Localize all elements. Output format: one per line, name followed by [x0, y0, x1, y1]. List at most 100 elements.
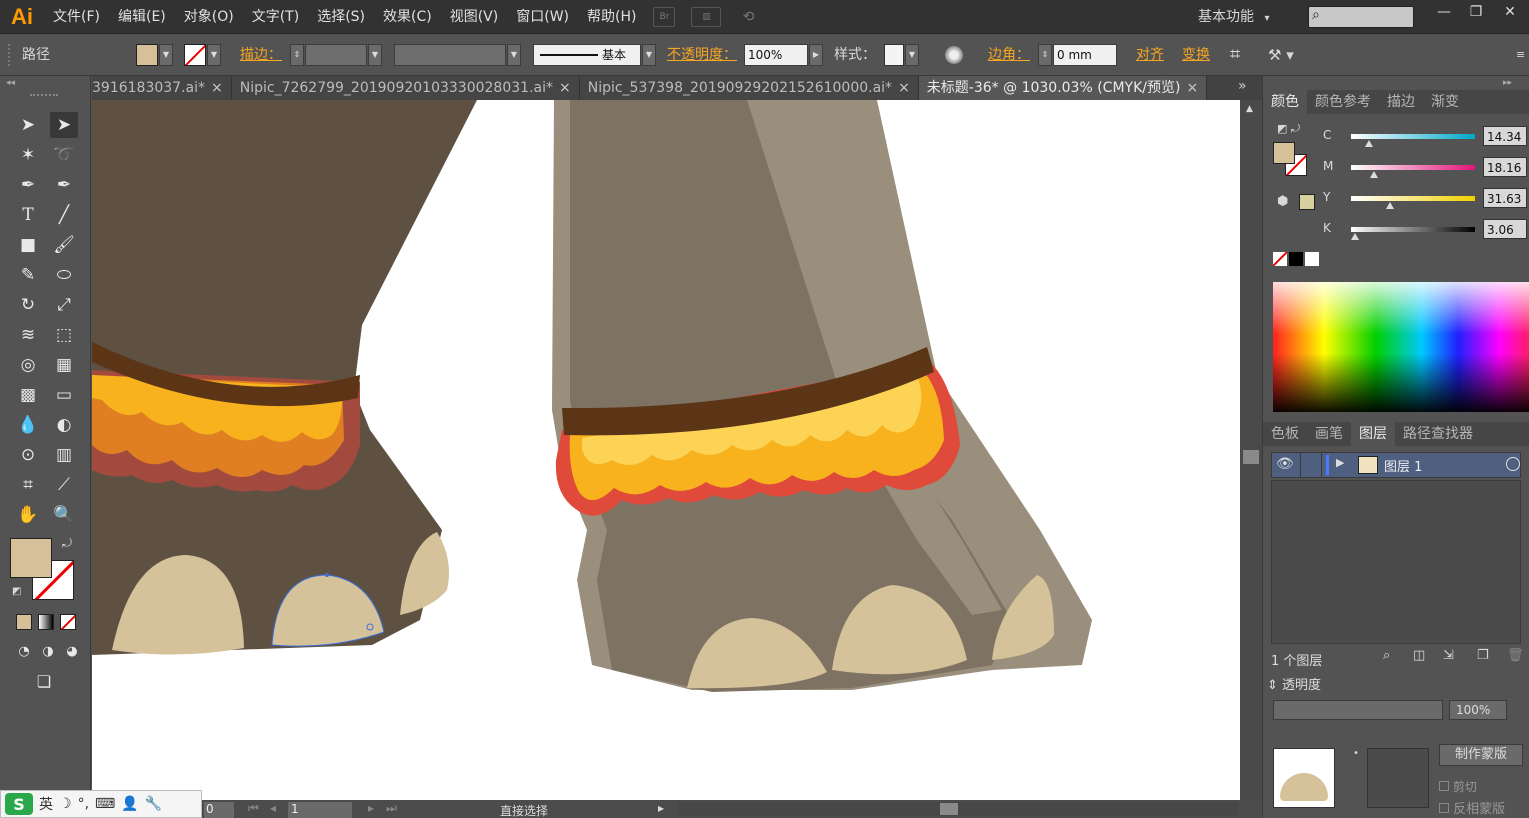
graphic-style-swatch[interactable]	[884, 44, 904, 66]
bridge-icon[interactable]: Br	[653, 6, 676, 27]
menu-item-1[interactable]: 编辑(E)	[109, 0, 175, 34]
none-swatch[interactable]	[1273, 252, 1287, 266]
direct-selection-tool-icon[interactable]: ➤	[50, 112, 78, 138]
channel-slider-thumb[interactable]	[1386, 202, 1395, 209]
opacity-field[interactable]: 100%	[744, 44, 808, 66]
channel-slider-track[interactable]	[1351, 134, 1475, 139]
status-menu-icon[interactable]: ▸	[658, 801, 664, 815]
variable-width-dropdown[interactable]: ▼	[507, 44, 521, 66]
zoom-field[interactable]: 0	[204, 802, 234, 818]
blend-mode-select[interactable]	[1273, 700, 1443, 720]
selection-tool-icon[interactable]: ➤	[14, 112, 42, 138]
magic-wand-tool-icon[interactable]: ✶	[14, 142, 42, 168]
gradient-tool-icon[interactable]: ▭	[50, 382, 78, 408]
stroke-label[interactable]: 描边：	[240, 44, 282, 66]
clip-checkbox[interactable]: 剪切	[1439, 778, 1477, 795]
menu-item-2[interactable]: 对象(O)	[175, 0, 243, 34]
corner-label[interactable]: 边角：	[988, 44, 1030, 66]
white-swatch[interactable]	[1305, 252, 1319, 266]
menu-item-5[interactable]: 效果(C)	[374, 0, 441, 34]
curvature-tool-icon[interactable]: ✒	[50, 172, 78, 198]
close-button[interactable]: ✕	[1496, 2, 1524, 22]
panel-tab-color-tabs-2[interactable]: 描边	[1379, 90, 1423, 114]
elephant-feet-artwork[interactable]	[92, 100, 1240, 800]
stroke-weight-dropdown[interactable]: ▼	[368, 44, 382, 66]
document-tab-2[interactable]: Nipic_537398_20190929202152610000.ai* ×	[579, 76, 919, 100]
user-icon[interactable]: 👤	[121, 796, 138, 812]
menu-item-6[interactable]: 视图(V)	[441, 0, 508, 34]
zoom-tool-icon[interactable]: 🔍	[50, 502, 78, 528]
channel-slider-track[interactable]	[1351, 227, 1475, 232]
screen-mode-icon[interactable]: ❏	[30, 668, 58, 694]
sogou-logo[interactable]: S	[5, 793, 33, 815]
channel-value-field[interactable]: 14.34	[1483, 126, 1527, 146]
transparency-panel-header[interactable]: ⇕ 透明度	[1267, 674, 1321, 693]
fill-swatch[interactable]	[136, 44, 158, 66]
channel-slider-track[interactable]	[1351, 165, 1475, 170]
ime-mode[interactable]: 英	[39, 794, 53, 814]
gradient-mode-button[interactable]	[38, 614, 54, 630]
artboard-tool-icon[interactable]: ⌗	[14, 472, 42, 498]
default-colors-icon[interactable]: ◩	[12, 586, 21, 597]
isolate-icon[interactable]: ⌗	[1230, 44, 1240, 66]
stroke-dropdown[interactable]: ▼	[207, 44, 221, 66]
locate-object-icon[interactable]: ⌕	[1383, 648, 1390, 663]
channel-slider-track[interactable]	[1351, 196, 1475, 201]
variable-width-field[interactable]	[394, 44, 506, 66]
menu-item-8[interactable]: 帮助(H)	[578, 0, 645, 34]
menu-item-7[interactable]: 窗口(W)	[507, 0, 578, 34]
options-icon[interactable]: ⚒ ▾	[1268, 44, 1294, 66]
horizontal-scrollbar[interactable]	[678, 802, 1238, 816]
brush-dropdown[interactable]: ▼	[642, 44, 656, 66]
corner-radius-field[interactable]: 0 mm	[1053, 44, 1117, 66]
panel-tab-layer-tabs-2[interactable]: 图层	[1351, 422, 1395, 446]
new-layer-icon[interactable]: ❐	[1477, 648, 1489, 663]
scale-tool-icon[interactable]: ⤢	[50, 292, 78, 318]
workspace-switcher[interactable]: 基本功能 ▾	[1198, 0, 1269, 34]
menu-item-4[interactable]: 选择(S)	[308, 0, 374, 34]
artboard-number-field[interactable]: 1	[288, 802, 352, 818]
punctuation-icon[interactable]: °,	[78, 796, 89, 812]
channel-value-field[interactable]: 18.16	[1483, 157, 1527, 177]
mesh-tool-icon[interactable]: ▩	[14, 382, 42, 408]
panel-tab-layer-tabs-3[interactable]: 路径查找器	[1395, 422, 1481, 446]
color-spectrum[interactable]	[1273, 282, 1529, 412]
swap-fill-stroke-icon[interactable]: ◩ ⤾	[1277, 122, 1300, 136]
channel-slider-thumb[interactable]	[1350, 233, 1359, 240]
corner-stepper[interactable]: ⇕	[1038, 44, 1052, 66]
transparency-opacity-field[interactable]: 100%	[1449, 700, 1507, 720]
stroke-weight-stepper[interactable]: ⇕	[290, 44, 304, 66]
new-sublayer-icon[interactable]: ⇲	[1443, 648, 1454, 663]
layer-row[interactable]: 👁 ▶ 图层 1	[1271, 452, 1521, 478]
recolor-artwork-icon[interactable]	[945, 46, 963, 64]
arrange-documents-icon[interactable]: ▥	[691, 6, 722, 27]
lock-slot[interactable]	[1300, 453, 1322, 477]
fill-dropdown[interactable]: ▼	[159, 44, 173, 66]
tab-close-icon[interactable]: ×	[559, 76, 571, 100]
menu-item-0[interactable]: 文件(F)	[44, 0, 109, 34]
pen-tool-icon[interactable]: ✒	[14, 172, 42, 198]
panel-tab-color-tabs-0[interactable]: 颜色	[1263, 90, 1307, 114]
tab-overflow-icon[interactable]: »	[1238, 78, 1247, 94]
shape-builder-tool-icon[interactable]: ◎	[14, 352, 42, 378]
column-graph-tool-icon[interactable]: ▥	[50, 442, 78, 468]
document-tab-3[interactable]: 未标题-36* @ 1030.03% (CMYK/预览) ×	[918, 76, 1208, 100]
restore-button[interactable]: ❐	[1462, 2, 1490, 22]
free-transform-tool-icon[interactable]: ⬚	[50, 322, 78, 348]
collapse-icon[interactable]: ▸▸	[1503, 78, 1512, 88]
blend-tool-icon[interactable]: ◐	[50, 412, 78, 438]
nav-next-icon[interactable]: ▸	[368, 801, 374, 815]
document-tab-0[interactable]: 3916183037.ai* ×	[92, 76, 232, 100]
invert-mask-checkbox[interactable]: 反相蒙版	[1439, 798, 1505, 817]
panel-tab-layer-tabs-1[interactable]: 画笔	[1307, 422, 1351, 446]
fill-color-box[interactable]	[10, 538, 52, 578]
pencil-tool-icon[interactable]: ✎	[14, 262, 42, 288]
panel-tab-color-tabs-3[interactable]: 渐变	[1423, 90, 1467, 114]
opacity-dropdown[interactable]: ▶	[809, 44, 823, 66]
minimize-button[interactable]: —	[1430, 2, 1458, 22]
scroll-up-icon[interactable]: ▲	[1246, 104, 1253, 114]
rectangle-tool-icon[interactable]: ■	[14, 232, 42, 258]
visibility-eye-icon[interactable]: 👁	[1276, 456, 1294, 472]
brush-definition-field[interactable]: 基本	[533, 44, 641, 66]
wrench-icon[interactable]: 🔧	[145, 796, 162, 812]
